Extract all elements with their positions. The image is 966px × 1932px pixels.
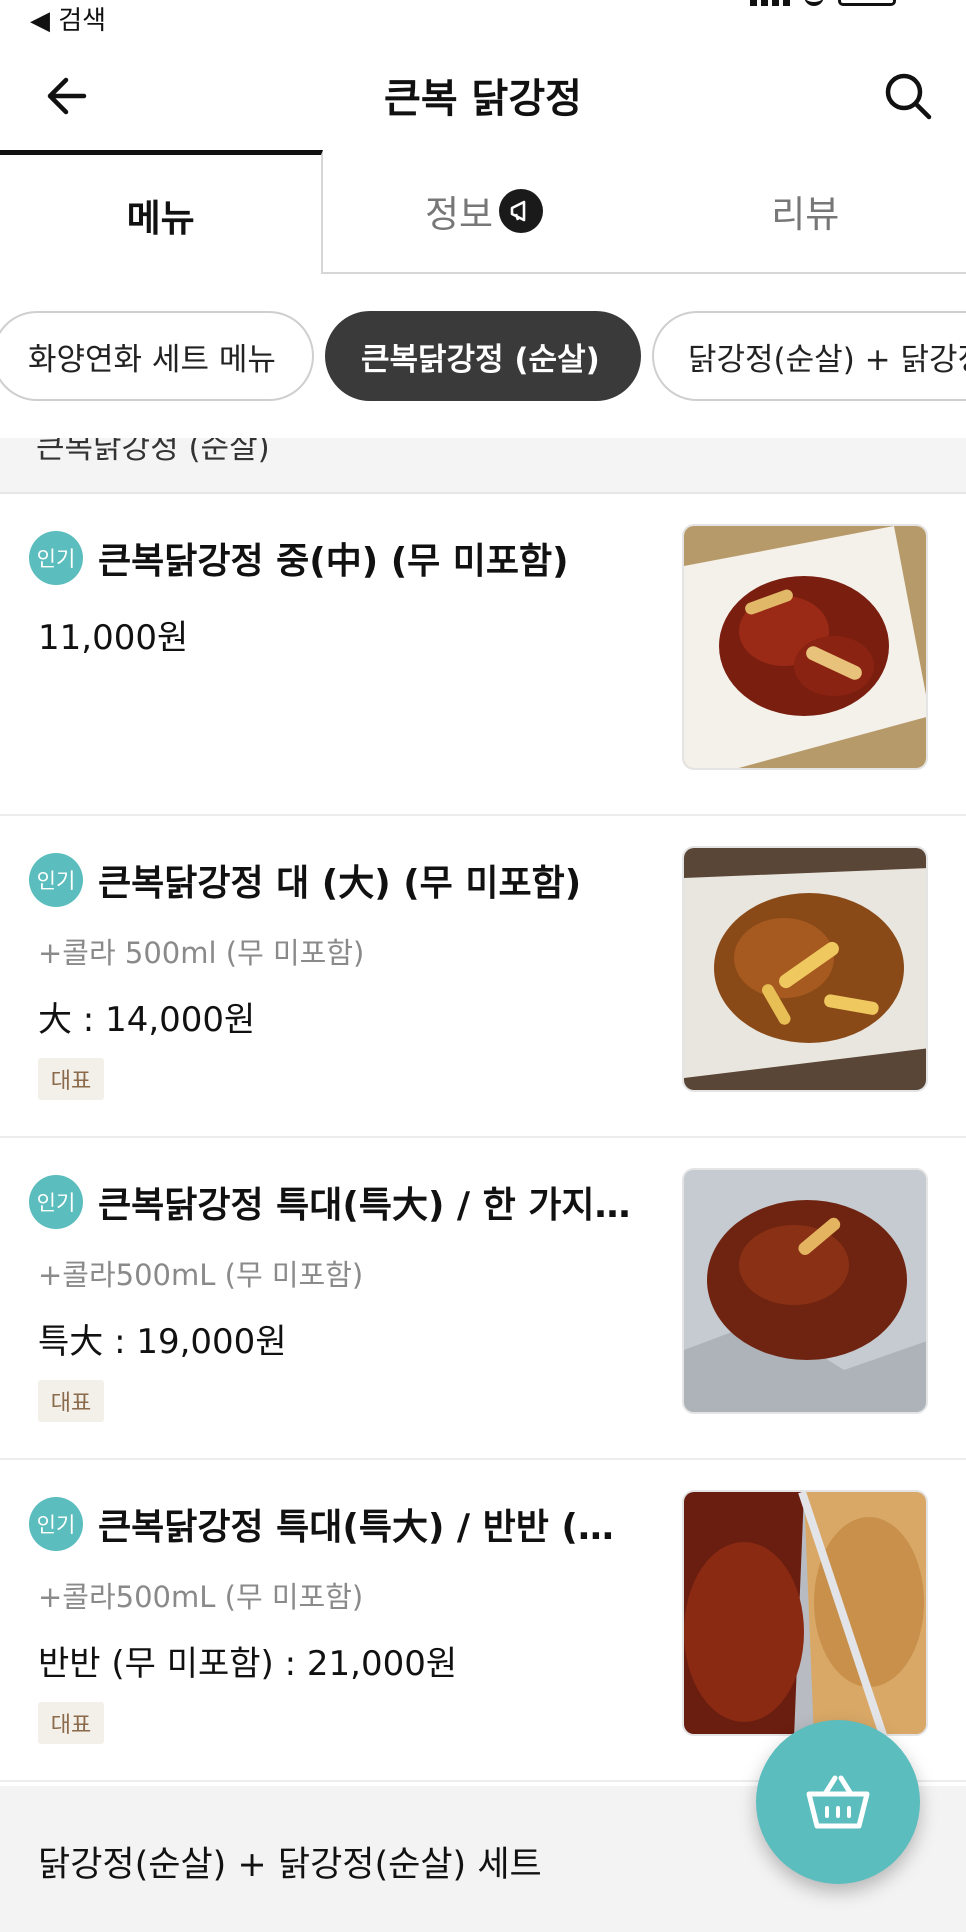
basket-icon [806, 1775, 870, 1829]
item-title-row: 인기 큰복닭강정 특대(특大) / 반반 (무… [28, 1496, 638, 1552]
menu-item[interactable]: 인기 큰복닭강정 대 (大) (무 미포함) +콜라 500ml (무 미포함)… [0, 816, 966, 1138]
page-title: 큰복 닭강정 [384, 76, 582, 122]
menu-item[interactable]: 인기 큰복닭강정 중(中) (무 미포함) 11,000원 [0, 494, 966, 816]
item-title-row: 인기 큰복닭강정 중(中) (무 미포함) [28, 530, 638, 586]
popular-badge-icon: 인기 [29, 853, 83, 907]
popular-badge-icon: 인기 [29, 531, 83, 585]
tab-info-label: 정보 [424, 193, 494, 236]
item-price: 반반 (무 미포함) : 21,000원 [38, 1644, 458, 1684]
tab-review[interactable]: 리뷰 [644, 150, 966, 274]
item-price: 11,000원 [38, 618, 189, 658]
category-chip[interactable]: 화양연화 세트 메뉴 [0, 311, 314, 401]
item-name: 큰복닭강정 특대(특大) / 한 가지… [98, 1185, 631, 1226]
item-description: +콜라 500ml (무 미포함) [38, 936, 365, 970]
tab-review-label: 리뷰 [771, 193, 840, 236]
item-photo [682, 1168, 928, 1414]
item-photo [682, 524, 928, 770]
svg-text:인기: 인기 [37, 869, 76, 893]
svg-text:인기: 인기 [37, 1191, 76, 1215]
store-tabs: 메뉴 정보 리뷰 [0, 150, 966, 274]
signal-icon [750, 0, 790, 6]
representative-tag: 대표 [38, 1702, 104, 1744]
item-price: 특大 : 19,000원 [38, 1322, 287, 1362]
popular-badge-icon: 인기 [29, 1175, 83, 1229]
item-name: 큰복닭강정 특대(특大) / 반반 (무… [98, 1507, 638, 1548]
menu-item[interactable]: 인기 큰복닭강정 특대(특大) / 한 가지… +콜라500mL (무 미포함)… [0, 1138, 966, 1460]
category-chip-active[interactable]: 큰복닭강정 (순살) [325, 311, 641, 401]
svg-text:인기: 인기 [37, 547, 76, 571]
item-title-row: 인기 큰복닭강정 대 (大) (무 미포함) [28, 852, 638, 908]
item-photo [682, 846, 928, 1092]
status-back-link[interactable]: ◀ 검색 [30, 0, 106, 37]
popular-badge-icon: 인기 [29, 1497, 83, 1551]
representative-tag: 대표 [38, 1058, 104, 1100]
svg-text:인기: 인기 [37, 1513, 76, 1537]
status-bar: ◀ 검색 [0, 0, 966, 38]
header: 큰복 닭강정 [0, 40, 966, 150]
megaphone-icon [499, 189, 544, 233]
section-title: 큰복닭강정 (순살) [36, 438, 270, 466]
cart-button[interactable] [756, 1720, 920, 1884]
tab-menu[interactable]: 메뉴 [0, 150, 324, 274]
battery-icon [838, 0, 896, 6]
item-description: +콜라500mL (무 미포함) [38, 1580, 364, 1614]
tab-info[interactable]: 정보 [323, 150, 645, 274]
search-button[interactable] [880, 68, 936, 124]
status-indicators [750, 0, 896, 6]
representative-tag: 대표 [38, 1380, 104, 1422]
item-photo [682, 1490, 928, 1736]
category-chip[interactable]: 닭강정(순살) + 닭강정 [652, 311, 966, 401]
wifi-icon [804, 0, 824, 6]
item-title-row: 인기 큰복닭강정 특대(특大) / 한 가지… [28, 1174, 638, 1230]
section-header: 큰복닭강정 (순살) [0, 438, 966, 494]
item-name: 큰복닭강정 중(中) (무 미포함) [98, 541, 569, 582]
tab-menu-label: 메뉴 [126, 196, 195, 240]
category-chips: 화양연화 세트 메뉴 큰복닭강정 (순살) 닭강정(순살) + 닭강정 [0, 274, 966, 438]
item-description: +콜라500mL (무 미포함) [38, 1258, 364, 1292]
item-price: 大 : 14,000원 [38, 1000, 256, 1040]
next-section-title: 닭강정(순살) + 닭강정(순살) 세트 [38, 1845, 542, 1885]
item-name: 큰복닭강정 대 (大) (무 미포함) [98, 863, 582, 904]
search-icon [885, 73, 932, 120]
